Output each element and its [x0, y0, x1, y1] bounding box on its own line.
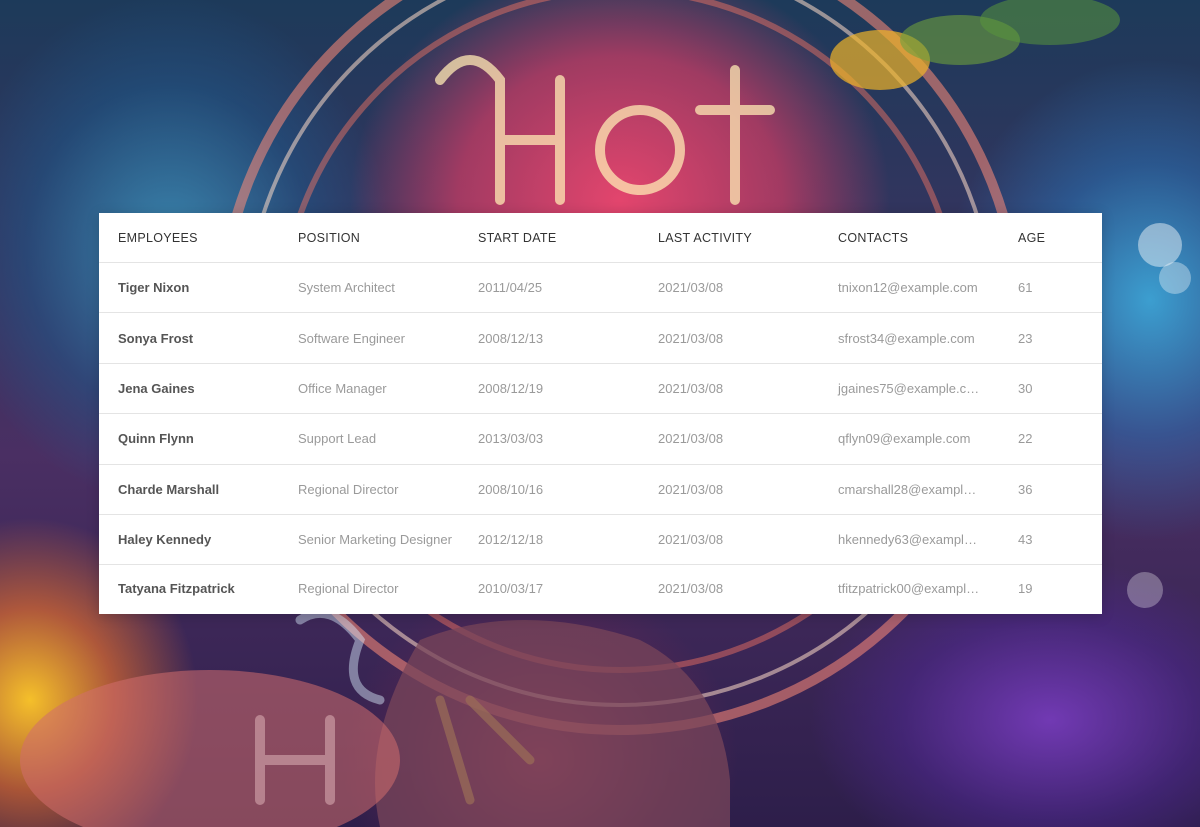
- employee-last-activity: 2021/03/08: [658, 380, 724, 396]
- employee-table: EMPLOYEES POSITION START DATE LAST ACTIV…: [99, 213, 1102, 614]
- table-row[interactable]: Haley Kennedy Senior Marketing Designer …: [99, 515, 1102, 566]
- table-row[interactable]: Jena Gaines Office Manager 2008/12/19 20…: [99, 364, 1102, 415]
- employee-position: Software Engineer: [298, 330, 405, 346]
- employee-age: 19: [1018, 581, 1033, 597]
- employee-name: Tiger Nixon: [118, 280, 190, 296]
- table-row[interactable]: Tiger Nixon System Architect 2011/04/25 …: [99, 263, 1102, 314]
- employee-start-date: 2008/12/13: [478, 330, 544, 346]
- column-header-employees[interactable]: EMPLOYEES: [99, 231, 279, 245]
- employee-age: 22: [1018, 431, 1033, 447]
- employee-age: 30: [1018, 380, 1033, 396]
- employee-contact: tnixon12@example.com: [838, 280, 978, 296]
- table-row[interactable]: Quinn Flynn Support Lead 2013/03/03 2021…: [99, 414, 1102, 465]
- employee-contact: hkennedy63@example.com: [838, 532, 999, 548]
- employee-age: 61: [1018, 280, 1033, 296]
- table-row[interactable]: Charde Marshall Regional Director 2008/1…: [99, 465, 1102, 515]
- employee-contact: qflyn09@example.com: [838, 431, 971, 447]
- employee-contact: cmarshall28@example.com: [838, 481, 999, 497]
- employee-position: Regional Director: [298, 581, 399, 597]
- employee-contact: sfrost34@example.com: [838, 330, 975, 346]
- employee-last-activity: 2021/03/08: [658, 532, 724, 548]
- column-header-age[interactable]: AGE: [999, 231, 1102, 245]
- employee-start-date: 2011/04/25: [478, 280, 543, 296]
- table-header-row: EMPLOYEES POSITION START DATE LAST ACTIV…: [99, 213, 1102, 263]
- employee-last-activity: 2021/03/08: [658, 581, 724, 597]
- employee-contact: jgaines75@example.com: [838, 380, 985, 396]
- employee-name: Jena Gaines: [118, 380, 195, 396]
- table-row[interactable]: Tatyana Fitzpatrick Regional Director 20…: [99, 565, 1102, 612]
- employee-start-date: 2013/03/03: [478, 431, 544, 447]
- column-header-contacts[interactable]: CONTACTS: [819, 231, 999, 245]
- employee-name: Charde Marshall: [118, 481, 220, 497]
- employee-start-date: 2008/10/16: [478, 481, 544, 497]
- employee-name: Quinn Flynn: [118, 431, 194, 447]
- employee-name: Tatyana Fitzpatrick: [118, 581, 235, 597]
- employee-position: Regional Director: [298, 481, 399, 497]
- column-header-last-activity[interactable]: LAST ACTIVITY: [639, 231, 819, 245]
- employee-start-date: 2010/03/17: [478, 581, 544, 597]
- employee-last-activity: 2021/03/08: [658, 280, 724, 296]
- employee-contact: tfitzpatrick00@example.com: [838, 581, 999, 597]
- employee-name: Haley Kennedy: [118, 532, 212, 548]
- employee-position: Senior Marketing Designer: [298, 532, 452, 548]
- employee-position: Support Lead: [298, 431, 377, 447]
- employee-name: Sonya Frost: [118, 330, 194, 346]
- employee-start-date: 2008/12/19: [478, 380, 544, 396]
- employee-last-activity: 2021/03/08: [658, 481, 724, 497]
- employee-last-activity: 2021/03/08: [658, 330, 724, 346]
- employee-position: System Architect: [298, 280, 395, 296]
- table-row[interactable]: Sonya Frost Software Engineer 2008/12/13…: [99, 313, 1102, 364]
- employee-position: Office Manager: [298, 380, 387, 396]
- column-header-position[interactable]: POSITION: [279, 231, 459, 245]
- employee-age: 23: [1018, 330, 1033, 346]
- employee-age: 43: [1018, 532, 1033, 548]
- employee-age: 36: [1018, 481, 1033, 497]
- column-header-start-date[interactable]: START DATE: [459, 231, 639, 245]
- employee-start-date: 2012/12/18: [478, 532, 544, 548]
- employee-last-activity: 2021/03/08: [658, 431, 724, 447]
